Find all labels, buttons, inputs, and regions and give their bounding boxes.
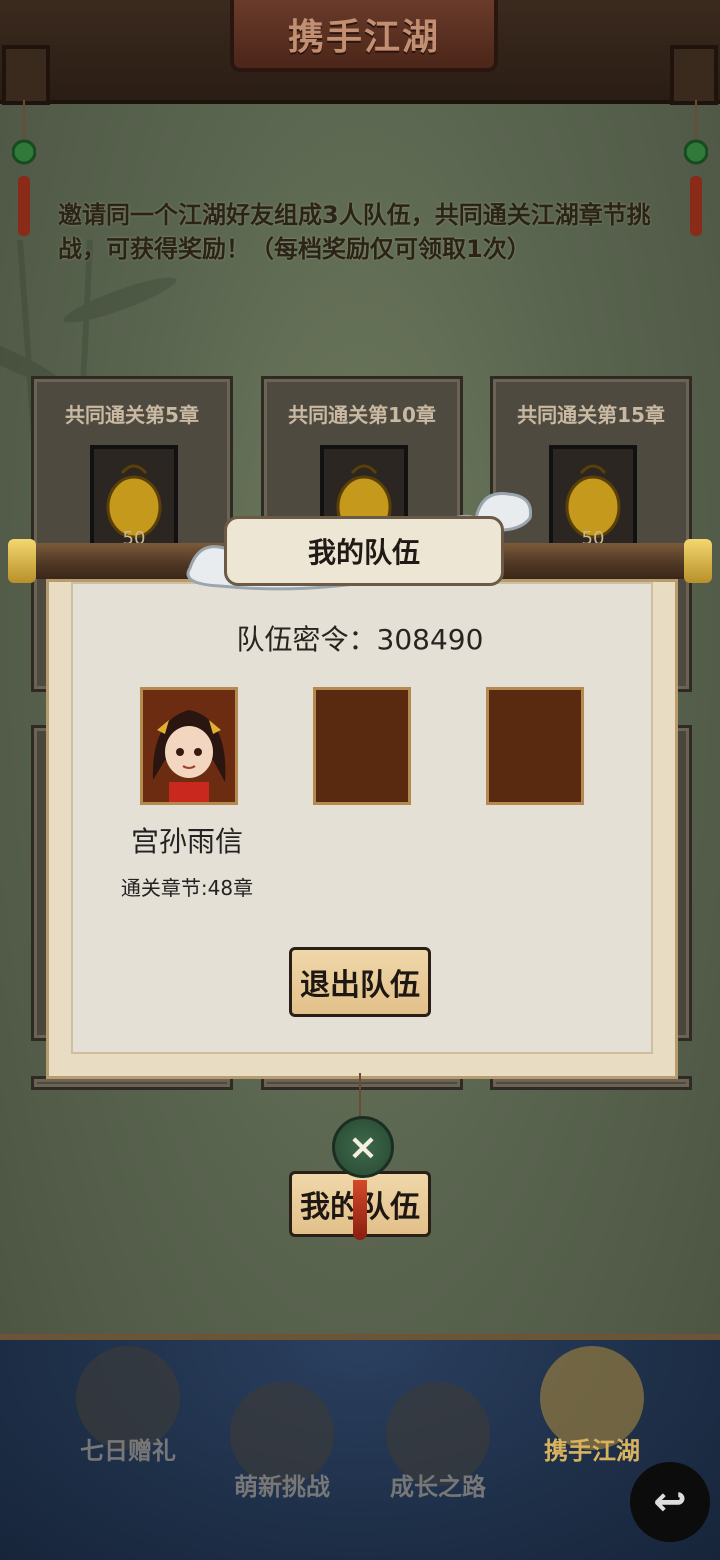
reward-label: 共同通关第5章 — [65, 402, 199, 427]
reward-item-frame: 50 — [90, 445, 178, 553]
bottom-nav: 七日赠礼 萌新挑战 成长之路 携手江湖 ↩ — [0, 1334, 720, 1560]
member-slot-1[interactable] — [140, 687, 238, 805]
close-icon[interactable]: × — [332, 1116, 394, 1178]
frame-corner-left — [2, 45, 50, 105]
nav-seven-day-gift[interactable]: 七日赠礼 — [58, 1346, 198, 1466]
jade-pendant-right-icon — [684, 100, 708, 236]
close-string — [359, 1073, 361, 1117]
title-plate: 携手江湖 — [230, 0, 498, 72]
team-code: 队伍密令：308490 — [236, 623, 484, 656]
nav-label: 成长之路 — [390, 1473, 486, 1501]
member-progress: 通关章节:48章 — [120, 876, 254, 900]
nav-label: 七日赠礼 — [80, 1437, 176, 1465]
reward-label: 共同通关第10章 — [288, 402, 436, 427]
rod-cap-left — [8, 539, 36, 583]
member-name: 宫孙雨信 — [130, 825, 243, 858]
nav-label: 携手江湖 — [544, 1437, 640, 1465]
tassel-decoration — [353, 1180, 367, 1240]
nav-label: 萌新挑战 — [234, 1473, 330, 1501]
reward-item-frame: 50 — [549, 445, 637, 553]
dialog-title: 我的队伍 — [307, 536, 420, 569]
dialog-title-plaque: 我的队伍 — [224, 516, 504, 586]
top-banner: 携手江湖 — [0, 0, 720, 105]
page-title: 携手江湖 — [287, 17, 440, 58]
nav-newbie-challenge[interactable]: 萌新挑战 — [212, 1382, 352, 1502]
member-avatar — [143, 690, 235, 802]
jade-pendant-left-icon — [12, 100, 36, 236]
member-slot-2-empty[interactable] — [313, 687, 411, 805]
nav-hand-in-hand[interactable]: 携手江湖 — [522, 1346, 662, 1466]
member-slot-3-empty[interactable] — [486, 687, 584, 805]
reward-label: 共同通关第15章 — [517, 402, 665, 427]
back-icon[interactable]: ↩ — [630, 1462, 710, 1542]
leave-team-button[interactable]: 退出队伍 — [289, 947, 431, 1017]
nav-growth-path[interactable]: 成长之路 — [368, 1382, 508, 1502]
frame-corner-right — [670, 45, 718, 105]
rod-cap-right — [684, 539, 712, 583]
intro-text: 邀请同一个江湖好友组成3人队伍，共同通关江湖章节挑战，可获得奖励！（每档奖励仅可… — [58, 201, 651, 263]
